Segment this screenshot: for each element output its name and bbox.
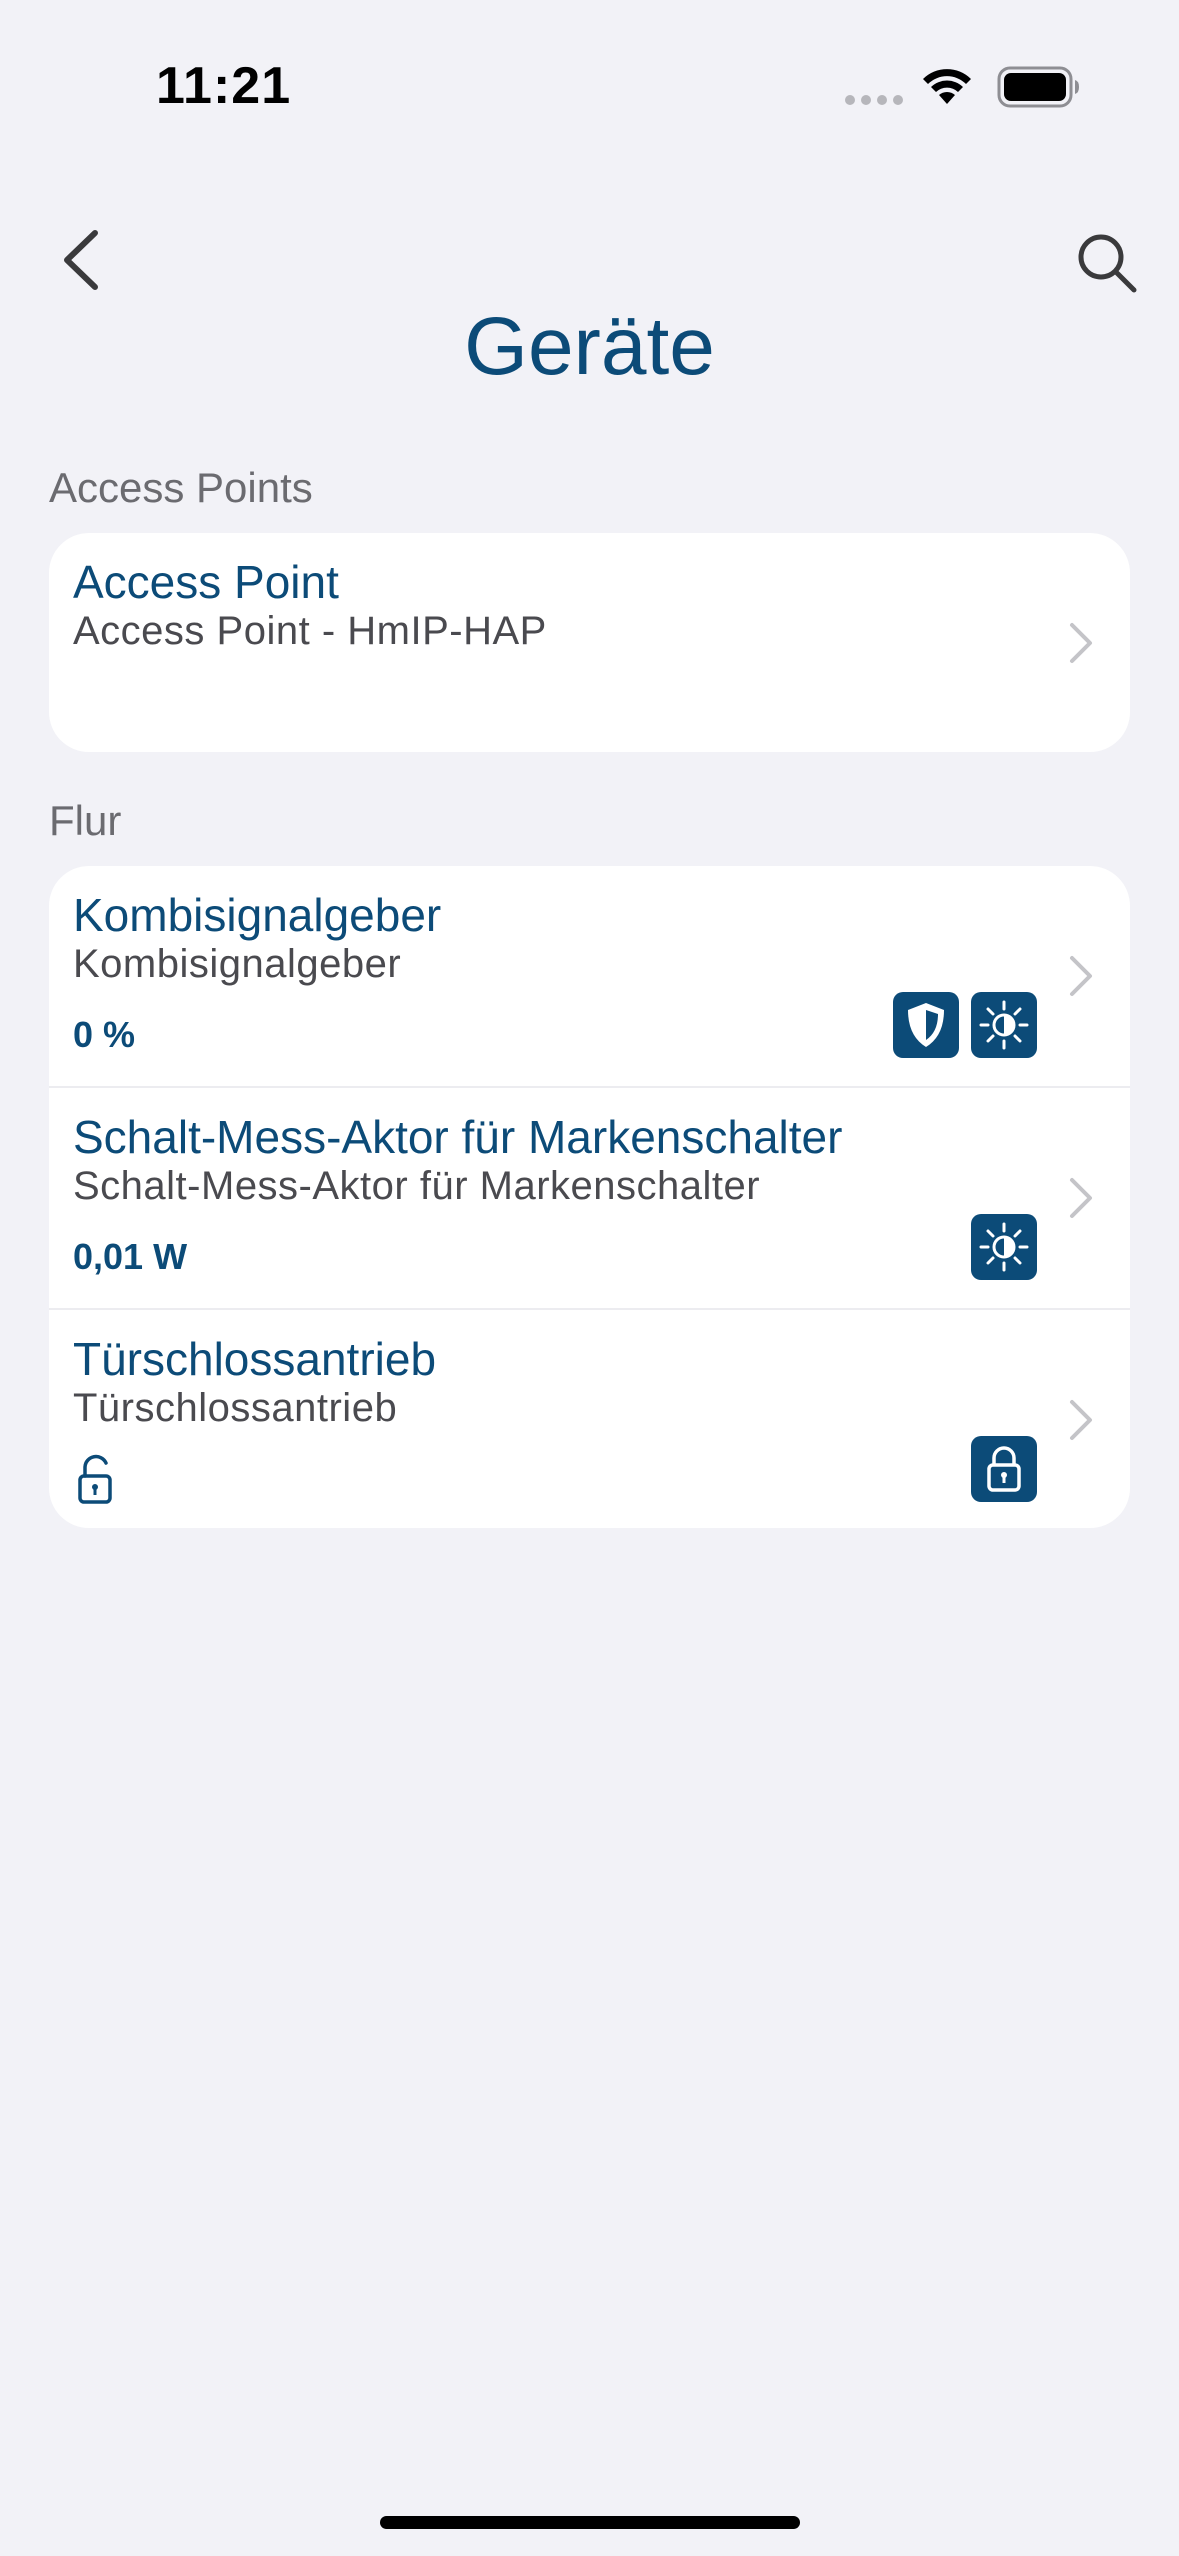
padlock-icon bbox=[971, 1436, 1037, 1502]
cellular-signal-icon bbox=[845, 95, 903, 105]
shield-icon bbox=[893, 992, 959, 1058]
brightness-icon bbox=[971, 1214, 1037, 1280]
status-bar: 11:21 bbox=[0, 0, 1179, 150]
device-value: 0 % bbox=[73, 1014, 136, 1055]
chevron-right-icon bbox=[1070, 1400, 1092, 1440]
device-title: Kombisignalgeber bbox=[73, 889, 442, 941]
device-row-access-point[interactable]: Access Point Access Point - HmIP-HAP bbox=[49, 533, 1130, 752]
brightness-icon bbox=[971, 992, 1037, 1058]
status-time: 11:21 bbox=[156, 57, 292, 115]
device-value: 0,01 W bbox=[73, 1236, 188, 1277]
section-label-flur: Flur bbox=[49, 797, 122, 844]
chevron-right-icon bbox=[1070, 1178, 1092, 1218]
search-button[interactable] bbox=[1072, 228, 1142, 298]
device-subtitle: Türschlossantrieb bbox=[73, 1386, 398, 1430]
device-subtitle: Kombisignalgeber bbox=[73, 942, 402, 986]
wifi-icon bbox=[923, 69, 971, 104]
flur-card: Kombisignalgeber Kombisignalgeber 0 % Sc… bbox=[49, 866, 1130, 1528]
home-indicator[interactable] bbox=[380, 2516, 800, 2529]
page-title: Geräte bbox=[464, 301, 715, 392]
access-points-card: Access Point Access Point - HmIP-HAP bbox=[49, 533, 1130, 752]
section-label-access-points: Access Points bbox=[49, 464, 313, 511]
device-row-schalt-mess-aktor[interactable]: Schalt-Mess-Aktor für Markenschalter Sch… bbox=[49, 1088, 1130, 1308]
chevron-right-icon bbox=[1070, 623, 1092, 663]
unlocked-padlock-icon bbox=[78, 1454, 112, 1504]
device-title: Türschlossantrieb bbox=[73, 1333, 437, 1385]
device-title: Schalt-Mess-Aktor für Markenschalter bbox=[73, 1111, 843, 1163]
device-row-kombisignalgeber[interactable]: Kombisignalgeber Kombisignalgeber 0 % bbox=[49, 866, 1130, 1086]
device-row-tuerschlossantrieb[interactable]: Türschlossantrieb Türschlossantrieb bbox=[49, 1310, 1130, 1528]
battery-icon bbox=[997, 66, 1079, 108]
back-button[interactable] bbox=[55, 225, 115, 295]
device-title: Access Point bbox=[73, 556, 339, 608]
device-subtitle: Access Point - HmIP-HAP bbox=[73, 609, 547, 653]
chevron-right-icon bbox=[1070, 956, 1092, 996]
device-subtitle: Schalt-Mess-Aktor für Markenschalter bbox=[73, 1164, 761, 1208]
